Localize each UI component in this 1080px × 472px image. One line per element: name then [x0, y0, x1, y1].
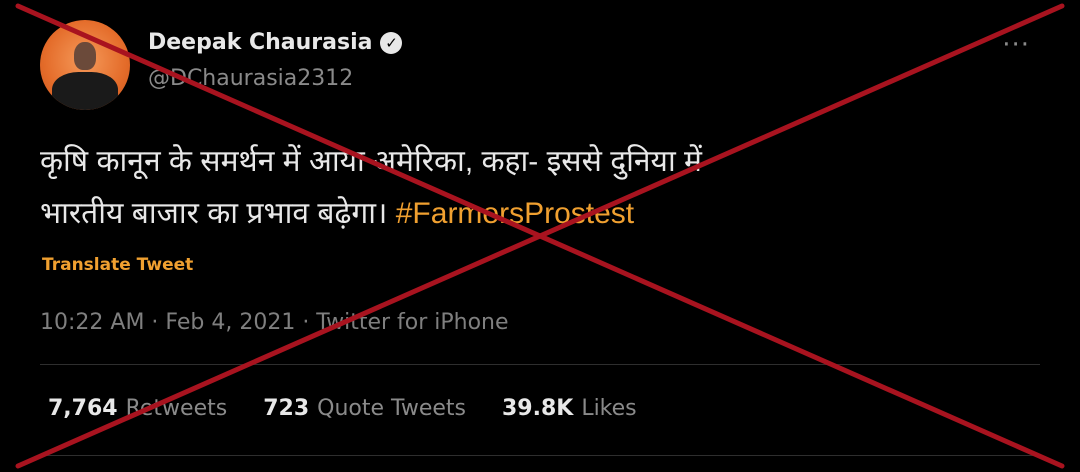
tweet-card: Deepak Chaurasia ✓ @DChaurasia2312 ··· क… [0, 0, 1080, 472]
divider [40, 455, 1040, 456]
tweet-meta[interactable]: 10:22 AM · Feb 4, 2021 · Twitter for iPh… [40, 310, 509, 335]
name-row: Deepak Chaurasia ✓ [148, 30, 403, 55]
more-options-icon[interactable]: ··· [1002, 30, 1030, 60]
likes-label: Likes [581, 396, 637, 421]
avatar[interactable] [40, 20, 130, 110]
avatar-body [52, 72, 118, 110]
hashtag-link[interactable]: #FarmersProstest [396, 197, 634, 230]
user-handle[interactable]: @DChaurasia2312 [148, 66, 353, 91]
user-name[interactable]: Deepak Chaurasia [148, 30, 372, 55]
tweet-line-2-text: भारतीय बाजार का प्रभाव बढ़ेगा। [40, 197, 396, 230]
quote-tweets-stat[interactable]: 723 Quote Tweets [263, 396, 466, 421]
divider [40, 364, 1040, 365]
retweets-stat[interactable]: 7,764 Retweets [48, 396, 227, 421]
quote-tweets-count: 723 [263, 396, 310, 421]
tweet-line-1: कृषि कानून के समर्थन में आया अमेरिका, कह… [40, 145, 702, 178]
retweets-count: 7,764 [48, 396, 118, 421]
tweet-text: कृषि कानून के समर्थन में आया अमेरिका, कह… [40, 136, 1000, 240]
translate-tweet-link[interactable]: Translate Tweet [42, 255, 193, 275]
verified-badge-icon: ✓ [380, 31, 403, 54]
tweet-line-2: भारतीय बाजार का प्रभाव बढ़ेगा। #FarmersP… [40, 188, 1000, 240]
avatar-head [74, 42, 96, 70]
tweet-stats: 7,764 Retweets 723 Quote Tweets 39.8K Li… [48, 396, 637, 421]
retweets-label: Retweets [125, 396, 228, 421]
likes-stat[interactable]: 39.8K Likes [502, 396, 637, 421]
likes-count: 39.8K [501, 396, 574, 421]
quote-tweets-label: Quote Tweets [317, 396, 466, 421]
